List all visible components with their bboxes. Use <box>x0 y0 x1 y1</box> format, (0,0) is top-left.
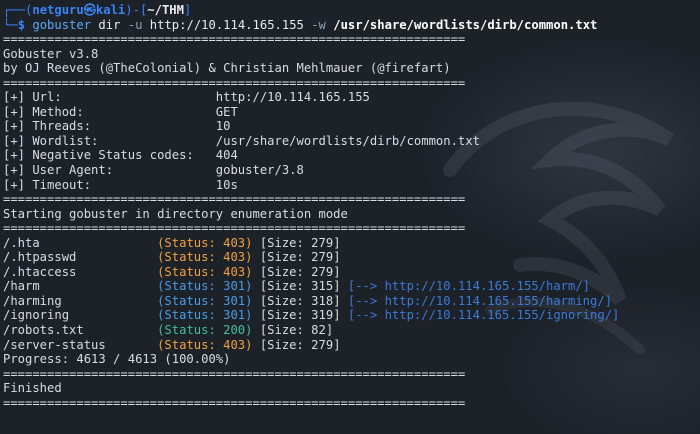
prompt-line-1: ┌──(netguru㉿kali)-[~/THM] <box>3 3 697 18</box>
separator: ========================================… <box>3 366 466 381</box>
result-row: /.htaccess (Status: 403) [Size: 279] <box>3 265 697 280</box>
config-value: 10 <box>215 119 231 134</box>
prompt-separator: )-[ <box>125 3 148 17</box>
prompt-directory: ~/THM <box>147 3 184 17</box>
command-flag-w: -w <box>311 17 326 32</box>
config-value: http://10.114.165.155 <box>215 90 370 105</box>
result-status: (Status: 403) <box>157 337 253 352</box>
separator: ========================================… <box>3 221 466 236</box>
result-redirect-link[interactable]: [--> http://10.114.165.155/harming/] <box>341 294 612 308</box>
prompt-user-host: netguru㉿kali <box>32 3 126 17</box>
result-path: /harming <box>3 293 158 308</box>
result-row: /ignoring (Status: 301) [Size: 319] [-->… <box>3 308 697 323</box>
config-line: [+] Threads: 10 <box>3 119 697 134</box>
separator: ========================================… <box>3 395 466 410</box>
terminal-output: ┌──(netguru㉿kali)-[~/THM] └─$ gobuster d… <box>3 3 697 410</box>
config-line: [+] Wordlist: /usr/share/wordlists/dirb/… <box>3 134 697 149</box>
result-status: (Status: 301) <box>157 293 253 308</box>
prompt-frame: ┌──( <box>3 3 33 17</box>
config-line: [+] Method: GET <box>3 105 697 120</box>
result-row: /harm (Status: 301) [Size: 315] [--> htt… <box>3 279 697 294</box>
result-status: (Status: 403) <box>157 250 253 265</box>
config-value: 10s <box>215 177 238 192</box>
result-size: [Size: 82] <box>252 323 334 338</box>
starting-message: Starting gobuster in directory enumerati… <box>3 206 348 221</box>
prompt-frame-bottom: └─ <box>3 17 18 32</box>
config-line: [+] Negative Status codes: 404 <box>3 148 697 163</box>
config-value: 404 <box>215 148 238 163</box>
result-size: [Size: 315] <box>252 279 341 294</box>
command-name: gobuster <box>32 17 92 32</box>
finished-line: Finished <box>3 381 62 396</box>
result-path: /.htaccess <box>3 264 158 279</box>
config-line: [+] Url: http://10.114.165.155 <box>3 90 697 105</box>
result-status: (Status: 301) <box>157 279 253 294</box>
result-path: /.htpasswd <box>3 250 158 265</box>
result-size: [Size: 279] <box>252 235 341 250</box>
result-size: [Size: 279] <box>252 250 341 265</box>
config-key: [+] Timeout: <box>3 177 216 192</box>
banner-version: Gobuster v3.8 <box>3 46 99 61</box>
command-flag-u: -u <box>127 17 143 32</box>
result-size: [Size: 279] <box>252 264 341 279</box>
command-line[interactable]: └─$ gobuster dir -u http://10.114.165.15… <box>3 18 697 33</box>
command-wordlist: /usr/share/wordlists/dirb/common.txt <box>325 17 598 32</box>
command-url: http://10.114.165.155 <box>142 17 312 32</box>
result-size: [Size: 319] <box>252 308 341 323</box>
result-row: /server-status (Status: 403) [Size: 279] <box>3 338 697 353</box>
config-key: [+] Url: <box>3 90 216 105</box>
config-value: gobuster/3.8 <box>215 163 304 178</box>
config-key: [+] Threads: <box>3 119 216 134</box>
result-row: /.hta (Status: 403) [Size: 279] <box>3 236 697 251</box>
config-key: [+] Negative Status codes: <box>3 148 216 163</box>
separator: ========================================… <box>3 75 466 90</box>
config-value: GET <box>215 104 238 119</box>
result-path: /robots.txt <box>3 323 158 338</box>
config-line: [+] Timeout: 10s <box>3 178 697 193</box>
result-path: /ignoring <box>3 308 158 323</box>
result-row: /.htpasswd (Status: 403) [Size: 279] <box>3 250 697 265</box>
result-status: (Status: 301) <box>157 308 253 323</box>
command-args: dir <box>91 17 128 32</box>
result-path: /harm <box>3 279 158 294</box>
result-size: [Size: 279] <box>252 337 341 352</box>
result-path: /.hta <box>3 235 158 250</box>
result-path: /server-status <box>3 337 158 352</box>
separator: ========================================… <box>3 192 466 207</box>
terminal-window[interactable]: ┌──(netguru㉿kali)-[~/THM] └─$ gobuster d… <box>0 0 700 434</box>
config-key: [+] User Agent: <box>3 163 216 178</box>
prompt-separator-end: ] <box>183 3 192 17</box>
result-status: (Status: 403) <box>157 235 253 250</box>
result-redirect-link[interactable]: [--> http://10.114.165.155/harm/] <box>341 279 590 293</box>
banner-authors: by OJ Reeves (@TheColonial) & Christian … <box>3 61 451 76</box>
config-line: [+] User Agent: gobuster/3.8 <box>3 163 697 178</box>
config-key: [+] Wordlist: <box>3 133 216 148</box>
prompt-dollar: $ <box>17 17 26 32</box>
config-value: /usr/share/wordlists/dirb/common.txt <box>215 133 480 148</box>
config-key: [+] Method: <box>3 104 216 119</box>
progress-line: Progress: 4613 / 4613 (100.00%) <box>3 352 231 367</box>
result-row: /harming (Status: 301) [Size: 318] [--> … <box>3 294 697 309</box>
result-size: [Size: 318] <box>252 293 341 308</box>
result-status: (Status: 200) <box>157 323 253 338</box>
result-row: /robots.txt (Status: 200) [Size: 82] <box>3 323 697 338</box>
result-status: (Status: 403) <box>157 264 253 279</box>
separator: ========================================… <box>3 32 466 47</box>
result-redirect-link[interactable]: [--> http://10.114.165.155/ignoring/] <box>341 308 620 322</box>
